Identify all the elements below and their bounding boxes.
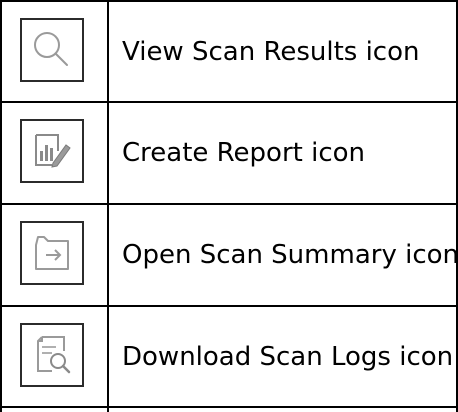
report-edit-icon — [20, 119, 84, 183]
row-label: Download Scan Logs icon — [122, 342, 454, 372]
table-row: Create Report icon — [0, 103, 458, 204]
table-row: Download Scan Logs icon — [0, 307, 458, 408]
row-label: Open Scan Summary icon — [122, 240, 458, 270]
table-row: Open Scan Summary icon — [0, 205, 458, 306]
row-label: View Scan Results icon — [122, 37, 420, 67]
icon-legend-table: View Scan Results icon Create Report ico… — [0, 0, 458, 412]
table-row: View Scan Results icon — [0, 2, 458, 103]
magnifier-icon — [20, 18, 84, 82]
document-search-icon — [20, 323, 84, 387]
open-arrow-icon — [20, 221, 84, 285]
row-label: Create Report icon — [122, 138, 366, 168]
